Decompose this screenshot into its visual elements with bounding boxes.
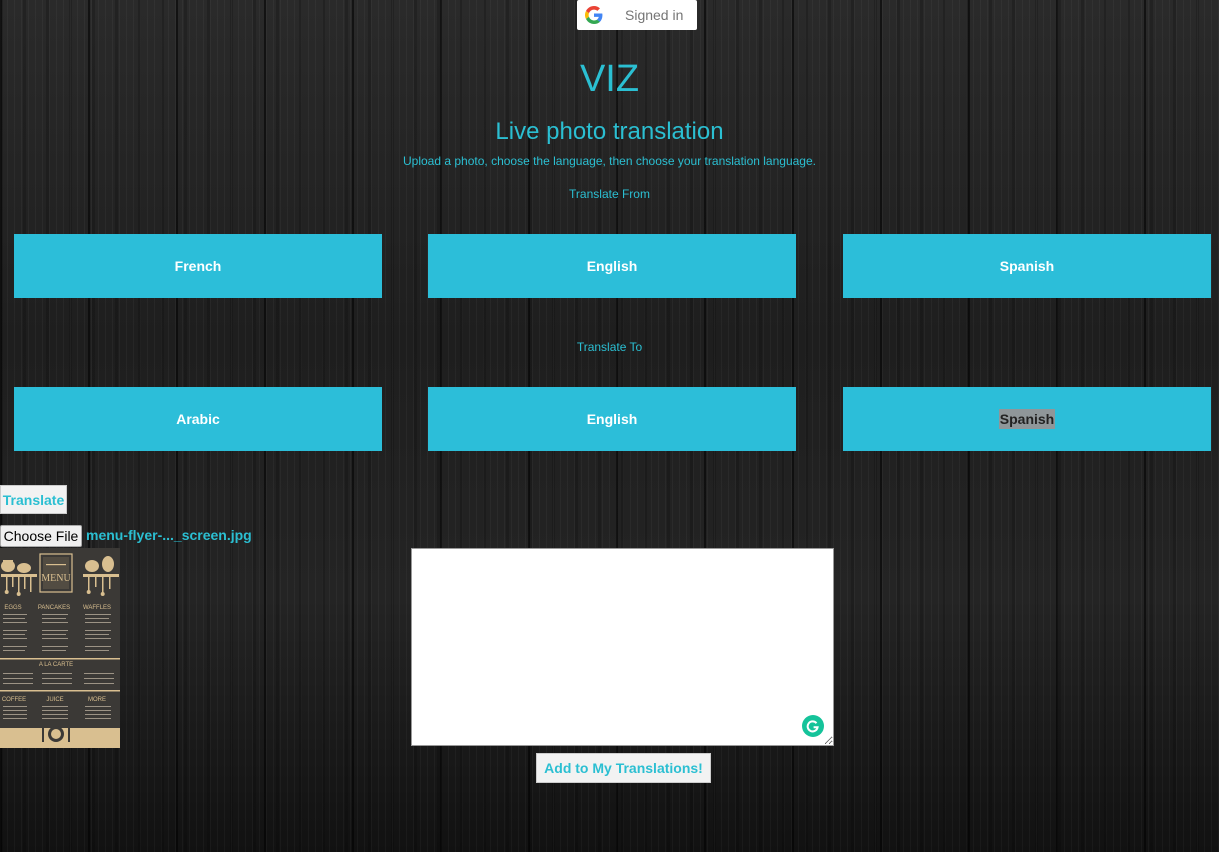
menu-heading: MENU bbox=[41, 573, 71, 584]
add-to-translations-button[interactable]: Add to My Translations! bbox=[536, 753, 711, 783]
signin-label: Signed in bbox=[625, 7, 684, 23]
menu-section-pancakes: PANCAKES bbox=[38, 605, 70, 611]
translate-to-label: Translate To bbox=[576, 340, 643, 354]
menu-section-more: MORE bbox=[88, 697, 106, 703]
translate-from-label: Translate From bbox=[569, 187, 650, 201]
button-label-selected: Spanish bbox=[998, 409, 1056, 429]
instructions-text: Upload a photo, choose the language, the… bbox=[403, 154, 816, 168]
button-label: English bbox=[586, 411, 638, 427]
to-arabic-button[interactable]: Arabic bbox=[14, 387, 382, 451]
translate-button[interactable]: Translate bbox=[0, 485, 67, 514]
to-english-button[interactable]: English bbox=[428, 387, 796, 451]
menu-section-juice: JUICE bbox=[46, 697, 63, 703]
menu-section-waffles: WAFFLES bbox=[83, 605, 111, 611]
menu-section-eggs: EGGS bbox=[4, 605, 21, 611]
translation-output-textarea[interactable] bbox=[411, 548, 834, 746]
from-spanish-button[interactable]: Spanish bbox=[843, 234, 1211, 298]
page-subtitle: Live photo translation bbox=[495, 118, 724, 145]
grammarly-icon[interactable] bbox=[802, 715, 824, 737]
button-label: Spanish bbox=[999, 258, 1055, 274]
choose-file-button[interactable]: Choose File bbox=[0, 525, 82, 547]
from-english-button[interactable]: English bbox=[428, 234, 796, 298]
selected-file-name: menu-flyer-..._screen.jpg bbox=[86, 527, 252, 543]
button-label: Arabic bbox=[176, 411, 220, 427]
google-signin-button[interactable]: Signed in bbox=[577, 0, 697, 30]
menu-section-coffee: COFFEE bbox=[2, 697, 26, 703]
google-icon bbox=[585, 6, 603, 24]
menu-flyer-graphic: MENU EGGS PANCAKES WAFFLES A LA CARTE CO… bbox=[0, 548, 120, 748]
button-label: English bbox=[586, 258, 638, 274]
uploaded-menu-image: MENU EGGS PANCAKES WAFFLES A LA CARTE CO… bbox=[0, 548, 120, 748]
to-spanish-button[interactable]: Spanish bbox=[843, 387, 1211, 451]
button-label: French bbox=[174, 258, 222, 274]
from-french-button[interactable]: French bbox=[14, 234, 382, 298]
menu-section-a-la-carte: A LA CARTE bbox=[39, 662, 73, 668]
app-title: VIZ bbox=[579, 58, 640, 100]
